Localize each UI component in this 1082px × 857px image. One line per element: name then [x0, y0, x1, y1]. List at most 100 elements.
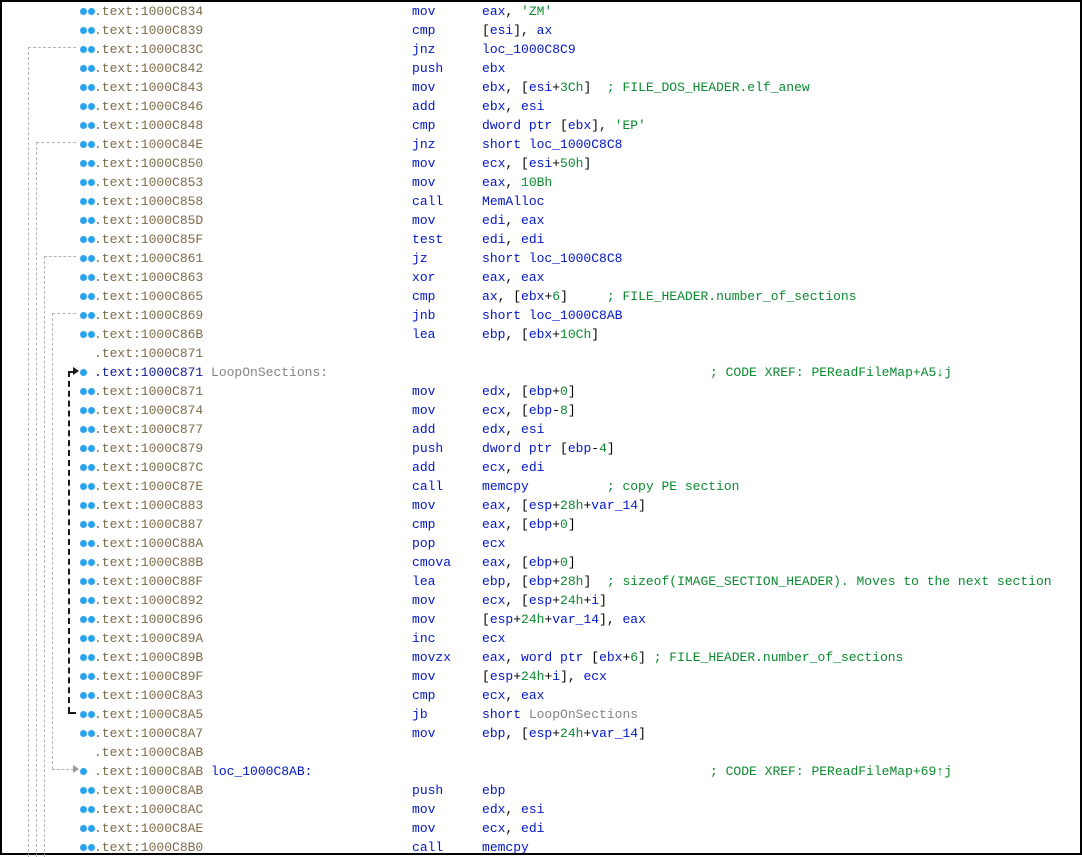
disasm-line[interactable]: .text:1000C853 moveax, 10Bh: [2, 173, 1080, 192]
token-mnemonic: mov: [412, 175, 482, 190]
disasm-line[interactable]: .text:1000C86B leaebp, [ebx+10Ch]: [2, 325, 1080, 344]
disassembly-view[interactable]: .text:1000C834 moveax, 'ZM'.text:1000C83…: [2, 2, 1080, 853]
disasm-line[interactable]: .text:1000C8B0 callmemcpy: [2, 838, 1080, 853]
disasm-line[interactable]: .text:1000C843 movebx, [esi+3Ch] ; FILE_…: [2, 78, 1080, 97]
trace-dot-icon: [88, 730, 95, 737]
disasm-line[interactable]: .text:1000C879 pushdword ptr [ebp-4]: [2, 439, 1080, 458]
disasm-line[interactable]: .text:1000C871 movedx, [ebp+0]: [2, 382, 1080, 401]
token-mnemonic: cmp: [412, 118, 482, 133]
code-text: .text:1000C877 addedx, esi: [94, 422, 544, 437]
disasm-line[interactable]: .text:1000C84E jnzshort loc_1000C8C8: [2, 135, 1080, 154]
disasm-line[interactable]: .text:1000C883 moveax, [esp+28h+var_14]: [2, 496, 1080, 515]
token-op-reg: ebp: [568, 441, 591, 456]
token-mnemonic: add: [412, 422, 482, 437]
code-text: .text:1000C896 mov[esp+24h+var_14], eax: [94, 612, 646, 627]
disasm-line[interactable]: .text:1000C869 jnbshort loc_1000C8AB: [2, 306, 1080, 325]
disasm-line[interactable]: .text:1000C848 cmpdword ptr [ebx], 'EP': [2, 116, 1080, 135]
disasm-line[interactable]: .text:1000C858 callMemAlloc: [2, 192, 1080, 211]
disasm-line[interactable]: .text:1000C89F mov[esp+24h+i], ecx: [2, 667, 1080, 686]
disasm-line[interactable]: .text:1000C834 moveax, 'ZM': [2, 2, 1080, 21]
disasm-line[interactable]: .text:1000C871: [2, 344, 1080, 363]
disasm-line[interactable]: .text:1000C874 movecx, [ebp-8]: [2, 401, 1080, 420]
token-plain: +: [552, 574, 560, 589]
disasm-line[interactable]: .text:1000C89B movzxeax, word ptr [ebx+6…: [2, 648, 1080, 667]
token-op-reg: ebx: [482, 99, 505, 114]
disasm-line[interactable]: .text:1000C83C jnzloc_1000C8C9: [2, 40, 1080, 59]
token-op-reg: ebx: [568, 118, 591, 133]
disasm-line[interactable]: .text:1000C8AC movedx, esi: [2, 800, 1080, 819]
token-op-number: 24h: [521, 669, 544, 684]
token-op-reg: short: [482, 707, 529, 722]
address: .text:1000C839: [94, 23, 203, 38]
code-text: .text:1000C871 movedx, [ebp+0]: [94, 384, 576, 399]
disasm-line[interactable]: .text:1000C842 pushebx: [2, 59, 1080, 78]
token-plain: +: [552, 726, 560, 741]
disasm-line[interactable]: .text:1000C892 movecx, [esp+24h+i]: [2, 591, 1080, 610]
trace-dot-icon: [80, 84, 87, 91]
disasm-line[interactable]: .text:1000C865 cmpax, [ebx+6] ; FILE_HEA…: [2, 287, 1080, 306]
code-text: .text:1000C88A popecx: [94, 536, 505, 551]
address: .text:1000C877: [94, 422, 203, 437]
gutter: [2, 800, 94, 819]
gutter: [2, 572, 94, 591]
disasm-line[interactable]: .text:1000C8AE movecx, edi: [2, 819, 1080, 838]
trace-dot-icon: [80, 236, 87, 243]
address: .text:1000C8B0: [94, 840, 203, 853]
disasm-line[interactable]: .text:1000C871 LoopOnSections: ; CODE XR…: [2, 363, 1080, 382]
address: .text:1000C874: [94, 403, 203, 418]
trace-dot-icon: [88, 407, 95, 414]
token-mnemonic: lea: [412, 327, 482, 342]
address: .text:1000C89B: [94, 650, 203, 665]
disasm-line[interactable]: .text:1000C850 movecx, [esi+50h]: [2, 154, 1080, 173]
token-plain: ]: [583, 156, 591, 171]
token-mnemonic: lea: [412, 574, 482, 589]
trace-dot-icon: [80, 445, 87, 452]
gutter: [2, 249, 94, 268]
code-text: .text:1000C8AB: [94, 745, 412, 760]
token-mnemonic: mov: [412, 384, 482, 399]
disasm-line[interactable]: .text:1000C8AB loc_1000C8AB: ; CODE XREF…: [2, 762, 1080, 781]
token-op-reg: edx: [482, 422, 505, 437]
disasm-line[interactable]: .text:1000C85F testedi, edi: [2, 230, 1080, 249]
trace-dot-icon: [80, 559, 87, 566]
code-text: .text:1000C842 pushebx: [94, 61, 505, 76]
trace-dot-icon: [80, 179, 87, 186]
token-plain: +: [552, 498, 560, 513]
disasm-line[interactable]: .text:1000C87C addecx, edi: [2, 458, 1080, 477]
code-text: .text:1000C89A incecx: [94, 631, 505, 646]
trace-dot-icon: [88, 293, 95, 300]
disasm-line[interactable]: .text:1000C88F leaebp, [ebp+28h] ; sizeo…: [2, 572, 1080, 591]
disasm-line[interactable]: .text:1000C88A popecx: [2, 534, 1080, 553]
disasm-line[interactable]: .text:1000C88B cmovaeax, [ebp+0]: [2, 553, 1080, 572]
disasm-line[interactable]: .text:1000C887 cmpeax, [ebp+0]: [2, 515, 1080, 534]
disasm-line[interactable]: .text:1000C89A incecx: [2, 629, 1080, 648]
disasm-line[interactable]: .text:1000C861 jzshort loc_1000C8C8: [2, 249, 1080, 268]
disasm-line[interactable]: .text:1000C8A3 cmpecx, eax: [2, 686, 1080, 705]
disasm-line[interactable]: .text:1000C85D movedi, eax: [2, 211, 1080, 230]
token-op-number: 0: [560, 517, 568, 532]
disasm-line[interactable]: .text:1000C863 xoreax, eax: [2, 268, 1080, 287]
disasm-line[interactable]: .text:1000C8AB pushebp: [2, 781, 1080, 800]
gutter: [2, 420, 94, 439]
trace-dot-icon: [88, 597, 95, 604]
token-op-reg: ecx: [482, 403, 505, 418]
trace-dot-icon: [80, 407, 87, 414]
token-op-reg: esi: [521, 802, 544, 817]
address: .text:1000C83C: [94, 42, 203, 57]
disasm-line[interactable]: .text:1000C8A7 movebp, [esp+24h+var_14]: [2, 724, 1080, 743]
disasm-line[interactable]: .text:1000C8AB: [2, 743, 1080, 762]
gutter: [2, 477, 94, 496]
token-plain: ,: [505, 650, 521, 665]
token-mnemonic: push: [412, 441, 482, 456]
disasm-line[interactable]: .text:1000C839 cmp[esi], ax: [2, 21, 1080, 40]
disasm-line[interactable]: .text:1000C8A5 jbshort LoopOnSections: [2, 705, 1080, 724]
token-plain: ,: [505, 802, 521, 817]
disasm-line[interactable]: .text:1000C87E callmemcpy ; copy PE sect…: [2, 477, 1080, 496]
token-mnemonic: mov: [412, 669, 482, 684]
disasm-line[interactable]: .text:1000C896 mov[esp+24h+var_14], eax: [2, 610, 1080, 629]
disasm-line[interactable]: .text:1000C877 addedx, esi: [2, 420, 1080, 439]
token-op-reg: edi: [521, 232, 544, 247]
disasm-line[interactable]: .text:1000C846 addebx, esi: [2, 97, 1080, 116]
token-plain: ]: [568, 517, 576, 532]
gutter: [2, 173, 94, 192]
